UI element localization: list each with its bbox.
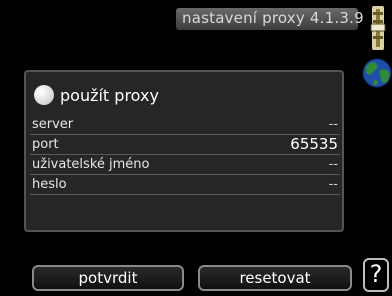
username-row[interactable]: uživatelské jméno -- [30, 156, 340, 175]
port-value: 65535 [290, 135, 338, 153]
page-title: nastavení proxy 4.1.3.9 [182, 9, 364, 27]
password-label: heslo [32, 177, 67, 192]
confirm-button[interactable]: potvrdit [32, 265, 184, 291]
username-value: -- [328, 157, 338, 172]
reset-button[interactable]: resetovat [198, 265, 352, 291]
thermometer-slider-icon [370, 6, 386, 50]
port-row[interactable]: port 65535 [30, 135, 340, 155]
server-label: server [32, 117, 74, 132]
use-proxy-toggle[interactable]: použít proxy [34, 82, 159, 108]
use-proxy-radio[interactable] [34, 85, 54, 105]
server-value: -- [328, 117, 338, 132]
page-header: nastavení proxy 4.1.3.9 [176, 8, 364, 30]
proxy-settings-panel: použít proxy server -- port 65535 uživat… [24, 70, 344, 232]
password-row[interactable]: heslo -- [30, 176, 340, 195]
password-value: -- [328, 177, 338, 192]
use-proxy-label: použít proxy [60, 85, 159, 105]
port-label: port [32, 137, 59, 152]
username-label: uživatelské jméno [32, 157, 150, 172]
server-row[interactable]: server -- [30, 116, 340, 135]
globe-icon[interactable] [362, 56, 392, 90]
help-icon[interactable]: ? [363, 258, 389, 292]
